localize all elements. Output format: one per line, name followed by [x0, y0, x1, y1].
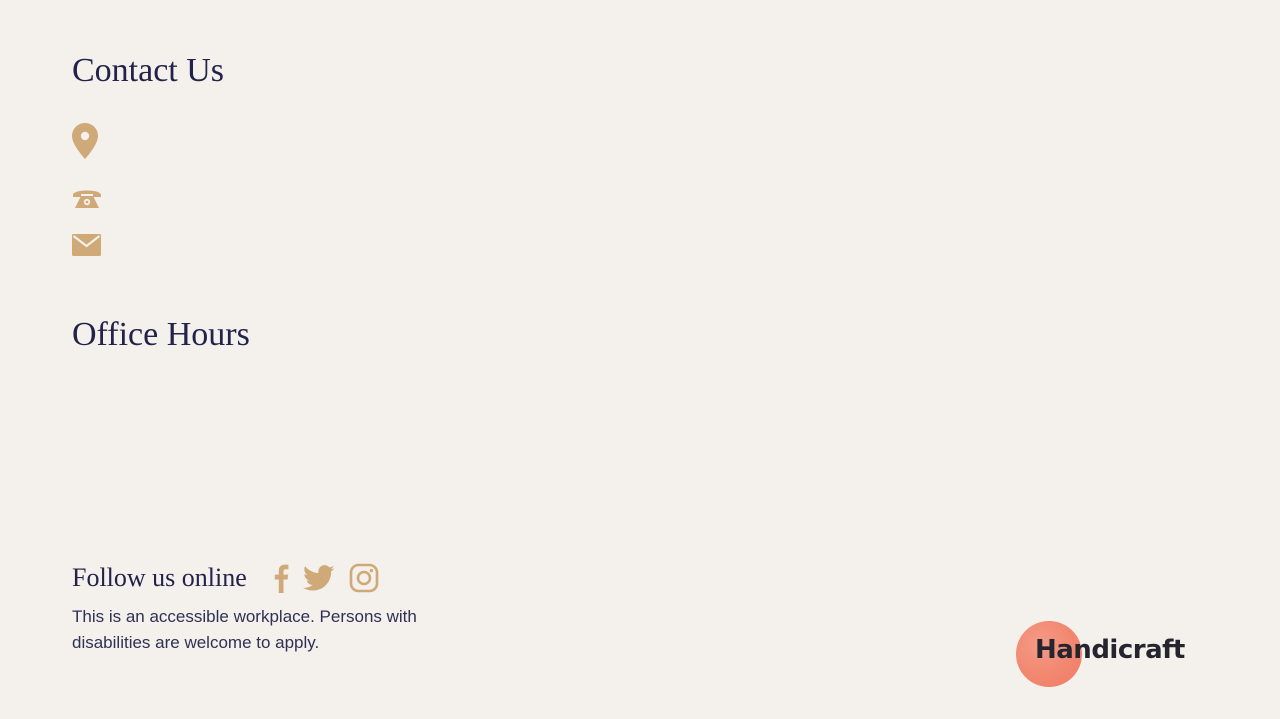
twitter-icon: [302, 564, 335, 590]
follow-us-label: Follow us online: [72, 563, 247, 592]
facebook-icon: [274, 564, 289, 593]
instagram-link[interactable]: [349, 563, 379, 593]
facebook-link[interactable]: [273, 563, 289, 593]
telephone-icon: [73, 190, 101, 208]
location-pin-icon: [72, 123, 98, 159]
contact-us-heading: Contact Us: [72, 52, 225, 89]
accessibility-note: This is an accessible workplace. Persons…: [72, 607, 417, 652]
handicraft-logo[interactable]: Handicraft: [1016, 621, 1196, 687]
follow-us-row: Follow us online: [72, 560, 393, 596]
twitter-link[interactable]: [302, 564, 335, 592]
instagram-icon: [349, 563, 379, 593]
envelope-icon: [72, 234, 101, 256]
brand-name: Handicraft: [1035, 635, 1185, 665]
office-hours-heading: Office Hours: [72, 316, 250, 353]
